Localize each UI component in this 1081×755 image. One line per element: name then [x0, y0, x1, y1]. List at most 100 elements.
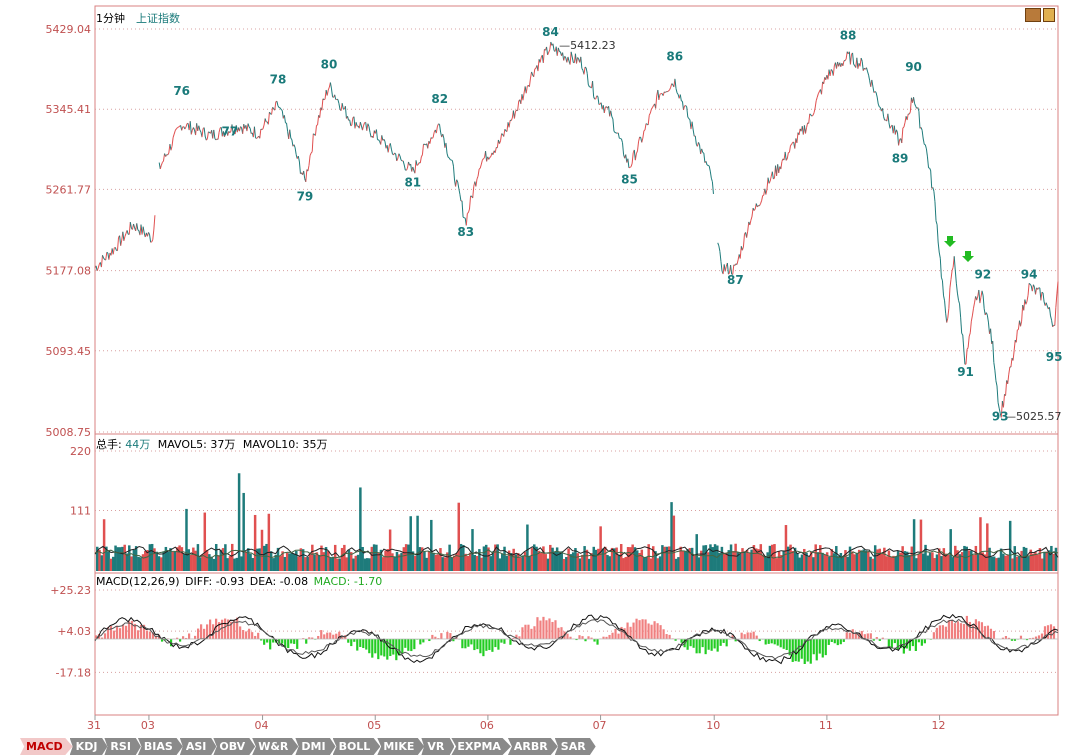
volume-bar — [198, 557, 202, 571]
volume-bar — [210, 556, 213, 571]
volume-bar — [583, 546, 586, 571]
volume-bar — [1024, 547, 1028, 571]
volume-bar — [306, 556, 309, 571]
macd-y-tick: +4.03 — [57, 625, 91, 638]
volume-bar — [658, 556, 662, 571]
volume-bar — [368, 558, 371, 571]
volume-bar — [372, 544, 376, 571]
tab-macd[interactable]: MACD — [20, 738, 73, 755]
volume-bar — [697, 557, 701, 571]
price-segment — [1028, 282, 1031, 285]
x-axis-label: 07 — [593, 719, 607, 732]
price-segment — [313, 133, 315, 135]
tab-obv[interactable]: OBV — [213, 738, 256, 755]
volume-bar — [855, 552, 859, 571]
volume-bar — [173, 551, 177, 571]
stock-chart[interactable]: 5429.04 5345.41 5261.77 5177.08 5093.45 5008.… — [0, 0, 1081, 735]
price-y-tick: 5008.75 — [46, 426, 92, 439]
volume-bar — [224, 544, 227, 571]
volume-bar — [249, 553, 252, 571]
volume-bar — [221, 548, 225, 571]
volume-bar — [800, 554, 804, 571]
volume-bar — [661, 545, 664, 571]
volume-bar — [430, 519, 433, 571]
tab-bias[interactable]: BIAS — [137, 738, 183, 755]
volume-bar — [915, 558, 918, 571]
price-segment — [208, 131, 210, 133]
volume-bar — [974, 545, 978, 571]
volume-bar — [189, 554, 193, 571]
volume-bar — [539, 552, 543, 571]
price-segment — [177, 126, 179, 129]
volume-bar — [144, 550, 147, 571]
wave-label: 90 — [905, 60, 922, 74]
volume-bar — [846, 556, 849, 571]
volume-bar — [407, 544, 410, 571]
volume-bar — [274, 554, 277, 571]
volume-bar — [562, 558, 566, 571]
tab-wr[interactable]: W&R — [252, 738, 299, 755]
volume-bar — [338, 558, 342, 571]
volume-bar — [292, 553, 296, 571]
price-segment — [501, 133, 503, 135]
tab-vr[interactable]: VR — [421, 738, 455, 755]
volume-bar — [912, 519, 916, 571]
toolbox-icon[interactable] — [1025, 8, 1057, 22]
volume-bar — [299, 548, 303, 571]
volume-bar — [160, 557, 163, 571]
volume-bar — [1020, 550, 1023, 571]
price-segment — [665, 91, 667, 93]
macd-y-tick: +25.23 — [50, 584, 91, 597]
volume-bar — [1008, 520, 1012, 571]
volume-bar — [178, 545, 181, 571]
volume-bar — [98, 549, 101, 571]
tab-dmi[interactable]: DMI — [295, 738, 336, 755]
volume-bar — [725, 552, 728, 571]
volume-bar — [672, 515, 676, 571]
volume-bar — [704, 545, 708, 571]
low-price-label: —5025.57 — [1005, 410, 1061, 423]
volume-bar — [414, 555, 417, 571]
price-segment — [438, 123, 440, 125]
volume-bar — [841, 556, 845, 571]
volume-bar — [201, 554, 204, 571]
volume-bar — [443, 557, 447, 571]
volume-bar — [194, 550, 197, 571]
volume-bar — [130, 556, 133, 571]
volume-bar — [349, 552, 353, 571]
volume-bar — [418, 547, 422, 571]
wave-label: 81 — [404, 175, 421, 189]
volume-bar — [738, 553, 742, 571]
volume-bar — [448, 544, 451, 571]
volume-bar — [743, 552, 747, 571]
volume-bar — [716, 545, 719, 571]
volume-bar — [500, 554, 504, 571]
price-segment — [478, 167, 481, 170]
volume-bar — [441, 557, 444, 571]
volume-bar — [359, 487, 362, 571]
volume-bar — [375, 544, 378, 571]
tab-sar[interactable]: SAR — [554, 738, 596, 755]
volume-bar — [812, 557, 815, 571]
volume-bar — [549, 544, 552, 571]
tab-mike[interactable]: MIKE — [377, 738, 425, 755]
volume-bar — [835, 546, 838, 571]
tab-asi[interactable]: ASI — [179, 738, 217, 755]
wave-label: 88 — [840, 29, 857, 43]
wave-label: 92 — [975, 267, 992, 281]
price-y-tick: 5345.41 — [46, 103, 92, 116]
volume-bar — [784, 525, 788, 571]
volume-bar — [434, 554, 438, 571]
tab-kdj[interactable]: KDJ — [69, 738, 108, 755]
tab-rsi[interactable]: RSI — [104, 738, 141, 755]
tab-boll[interactable]: BOLL — [332, 738, 381, 755]
period-label[interactable]: 1分钟 — [96, 10, 125, 26]
tab-arbr[interactable]: ARBR — [507, 738, 558, 755]
volume-bar — [436, 554, 440, 571]
volume-bar — [702, 545, 705, 571]
mavol5-legend: MAVOL5: 37万 — [157, 438, 236, 451]
volume-bar — [999, 548, 1003, 571]
volume-bar — [139, 557, 142, 571]
tab-expma[interactable]: EXPMA — [451, 738, 511, 755]
volume-bar — [247, 548, 250, 571]
